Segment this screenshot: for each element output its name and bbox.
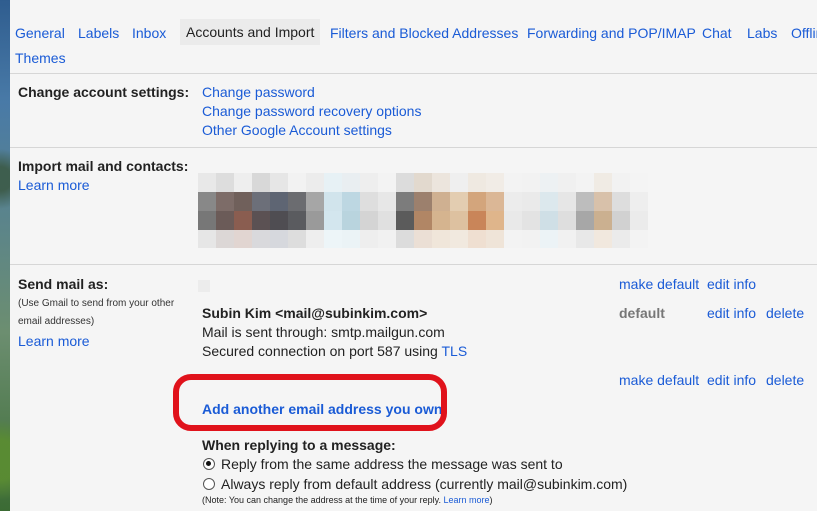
row1-make-default-link[interactable]: make default: [619, 276, 699, 292]
row3-edit-info-link[interactable]: edit info: [707, 372, 756, 388]
reply-note-end: ): [489, 495, 493, 505]
reply-same-address-option[interactable]: Reply from the same address the message …: [203, 456, 563, 472]
reply-default-radio[interactable]: [203, 478, 215, 490]
tab-labs[interactable]: Labs: [747, 23, 777, 43]
reply-note-learn-more-link[interactable]: Learn more: [444, 495, 490, 505]
reply-note: (Note: You can change the address at the…: [202, 495, 493, 505]
add-email-address-link[interactable]: Add another email address you own: [202, 401, 442, 417]
send-mail-as-title: Send mail as:: [18, 276, 109, 292]
row3-delete-link[interactable]: delete: [766, 372, 804, 388]
other-google-settings-link[interactable]: Other Google Account settings: [202, 122, 392, 138]
tab-themes[interactable]: Themes: [15, 48, 66, 68]
change-password-link[interactable]: Change password: [202, 84, 315, 100]
tab-offline[interactable]: Offline: [791, 23, 817, 43]
reply-same-radio[interactable]: [203, 458, 215, 470]
tab-accounts-and-import[interactable]: Accounts and Import: [180, 19, 321, 45]
redacted-import-content: [198, 173, 684, 248]
reply-default-label: Always reply from default address (curre…: [221, 476, 628, 492]
change-account-settings-title: Change account settings:: [18, 84, 190, 100]
tab-general[interactable]: General: [15, 23, 65, 43]
send-mail-learn-more-link[interactable]: Learn more: [18, 333, 90, 349]
reply-same-label: Reply from the same address the message …: [221, 456, 563, 472]
import-mail-title: Import mail and contacts:: [18, 158, 189, 174]
send-mail-as-subtitle: (Use Gmail to send from your other email…: [18, 298, 175, 327]
reply-note-text: (Note: You can change the address at the…: [202, 495, 441, 505]
settings-tabs: General Labels Inbox Accounts and Import…: [14, 0, 817, 76]
default-label: default: [619, 305, 665, 321]
account-edit-info-link[interactable]: edit info: [707, 305, 756, 321]
reply-default-address-option[interactable]: Always reply from default address (curre…: [203, 476, 627, 492]
tab-inbox[interactable]: Inbox: [132, 23, 166, 43]
when-replying-title: When replying to a message:: [202, 437, 396, 453]
account-name: Subin Kim <mail@subinkim.com>: [202, 305, 428, 321]
tab-chat[interactable]: Chat: [702, 23, 732, 43]
import-learn-more-link[interactable]: Learn more: [18, 177, 90, 193]
section-divider: [10, 147, 817, 148]
account-delete-link[interactable]: delete: [766, 305, 804, 321]
secured-connection-text: Secured connection on port 587 using: [202, 343, 442, 359]
tab-forwarding[interactable]: Forwarding and POP/IMAP: [527, 23, 696, 43]
row1-edit-info-link[interactable]: edit info: [707, 276, 756, 292]
tab-filters[interactable]: Filters and Blocked Addresses: [330, 23, 518, 43]
mail-sent-through: Mail is sent through: smtp.mailgun.com: [202, 324, 445, 340]
change-recovery-options-link[interactable]: Change password recovery options: [202, 103, 421, 119]
tab-divider: [10, 73, 817, 74]
tab-labels[interactable]: Labels: [78, 23, 119, 43]
row3-make-default-link[interactable]: make default: [619, 372, 699, 388]
secured-connection: Secured connection on port 587 using TLS: [202, 343, 467, 359]
tls-link[interactable]: TLS: [441, 343, 467, 359]
settings-panel: General Labels Inbox Accounts and Import…: [10, 0, 817, 511]
section-divider-2: [10, 264, 817, 265]
redacted-row-placeholder: [198, 280, 210, 292]
